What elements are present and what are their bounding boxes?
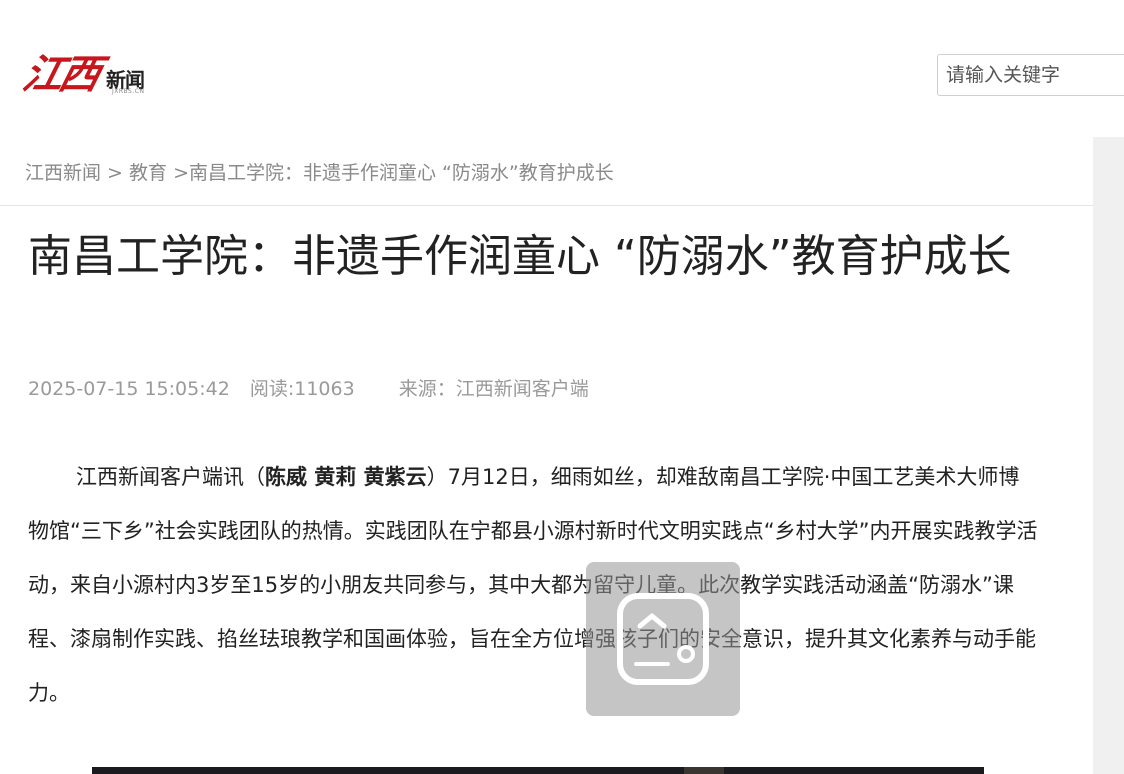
breadcrumb-separator: > (101, 162, 130, 184)
lead-body: ）7月12日，细雨如丝，却难敌南昌工学院·中国工艺美术大师博物馆“三下乡”社会实… (28, 465, 1038, 705)
article-meta: 2025-07-15 15:05:42 阅读:11063 来源：江西新闻客户端 (28, 374, 603, 401)
image-highlight (684, 767, 724, 774)
page: 江西 新闻 JXRBS.CN 江西新闻 > 教育 >南昌工学院：非遗手作润童心 … (0, 0, 1124, 774)
publish-datetime: 2025-07-15 15:05:42 (28, 378, 230, 400)
breadcrumb-home-link[interactable]: 江西新闻 (25, 162, 101, 184)
header-divider (0, 205, 1093, 206)
floating-overlay-button[interactable] (586, 562, 740, 716)
site-logo[interactable]: 江西 新闻 JXRBS.CN (18, 50, 164, 104)
logo-domain-text: JXRBS.CN (112, 88, 145, 95)
breadcrumb-separator: > (167, 162, 189, 184)
search-box (937, 54, 1124, 96)
breadcrumb-section-link[interactable]: 教育 (129, 162, 167, 184)
breadcrumb-current: 南昌工学院：非遗手作润童心 “防溺水”教育护成长 (189, 162, 614, 184)
read-count: 阅读:11063 (249, 378, 355, 400)
lead-prefix: 江西新闻客户端讯（ (76, 465, 265, 489)
back-to-top-icon (617, 593, 709, 685)
scroll-gutter (1093, 137, 1124, 774)
article-image (92, 767, 984, 774)
article-paragraph: 江西新闻客户端讯（陈威 黄莉 黄紫云）7月12日，细雨如丝，却难敌南昌工学院·中… (28, 450, 1040, 720)
article-authors: 陈威 黄莉 黄紫云 (265, 465, 427, 489)
logo-brush-text: 江西 (18, 51, 102, 98)
breadcrumb: 江西新闻 > 教育 >南昌工学院：非遗手作润童心 “防溺水”教育护成长 (25, 158, 614, 186)
article-title: 南昌工学院：非遗手作润童心 “防溺水”教育护成长 (28, 231, 1012, 282)
search-input[interactable] (938, 55, 1124, 95)
article-source: 来源：江西新闻客户端 (398, 378, 589, 400)
